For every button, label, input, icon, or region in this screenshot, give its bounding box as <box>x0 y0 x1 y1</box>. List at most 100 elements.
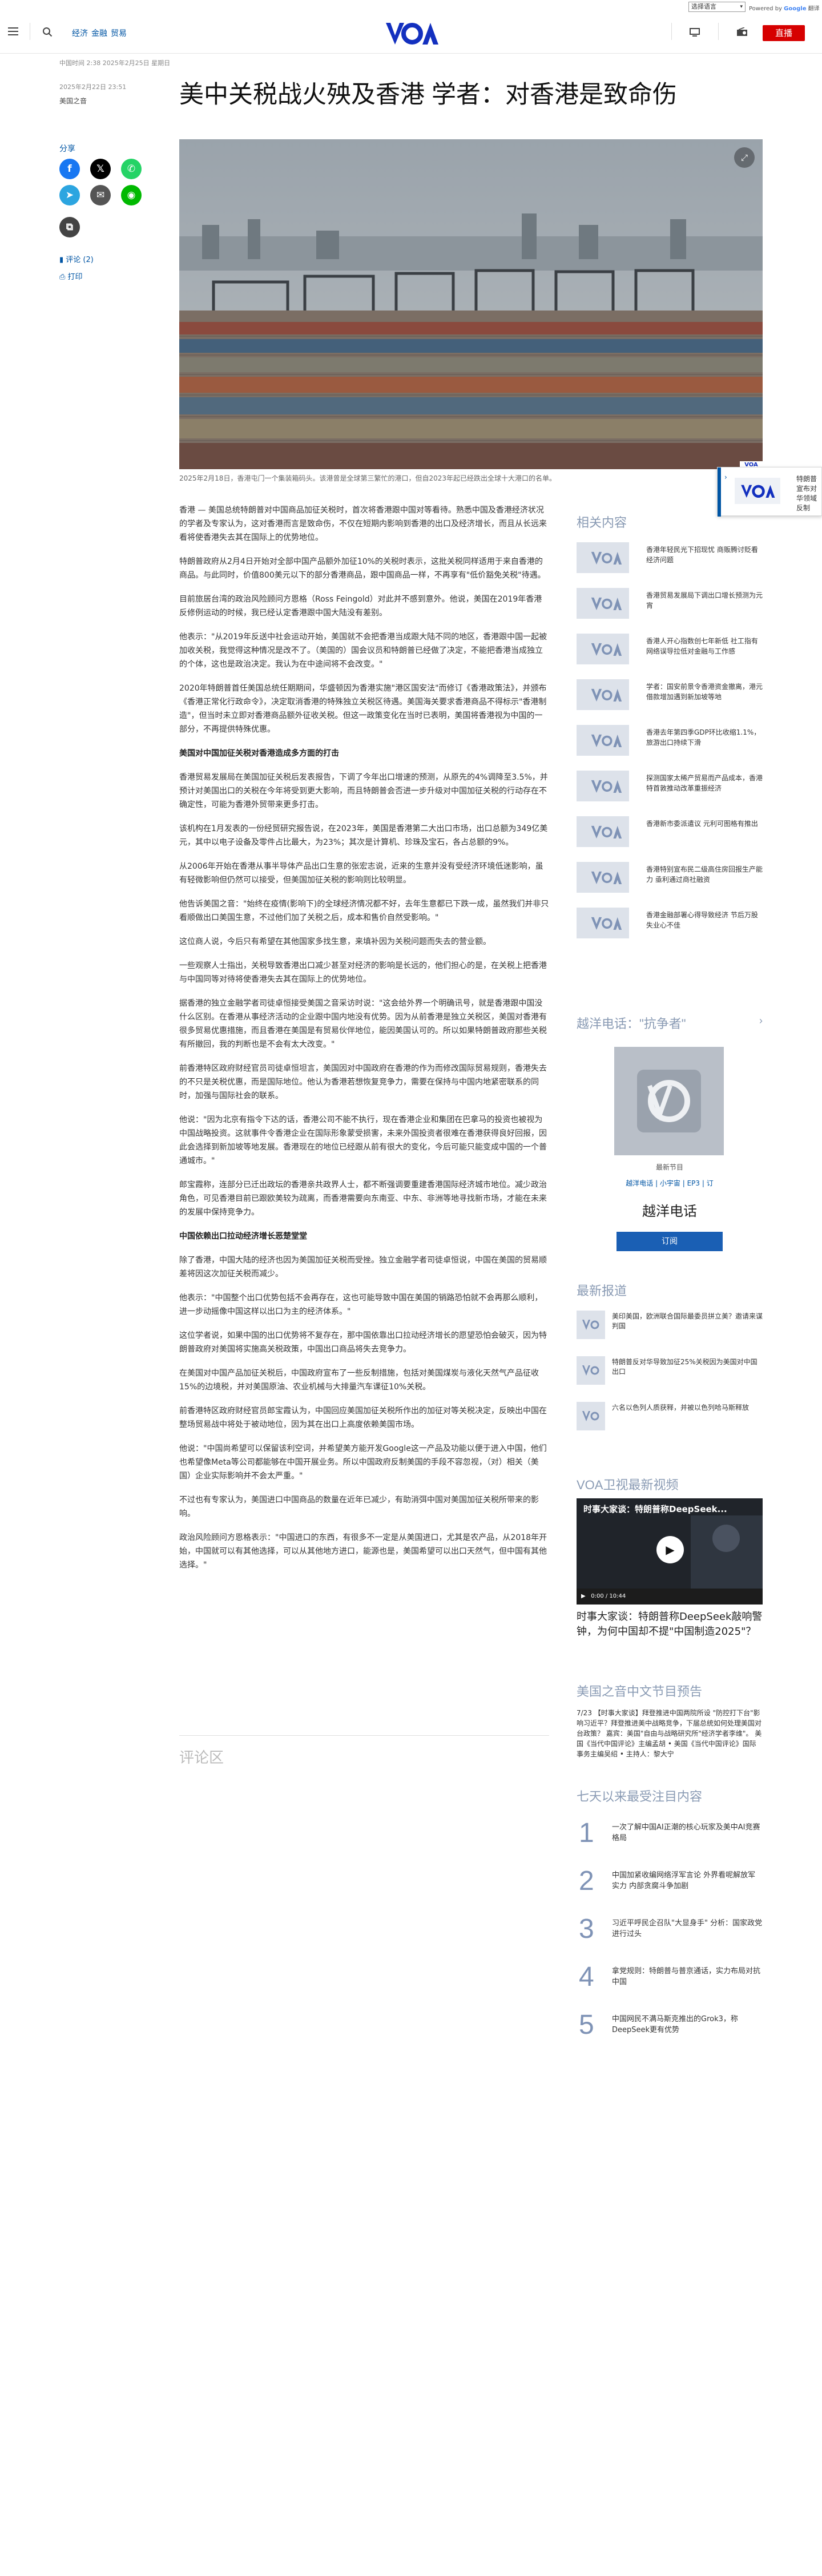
most-viewed-link[interactable]: 拿党规则：特朗普与普京通话，实力布局对抗中国 <box>612 1966 763 1988</box>
page-title: 美中关税战火殃及香港 学者：对香港是致命伤 <box>179 81 677 108</box>
language-select-label: 选择语言 <box>691 3 716 10</box>
video-controls[interactable]: ▶ 0:00 / 10:44 <box>577 1589 763 1605</box>
related-thumbnail[interactable] <box>577 542 629 573</box>
related-thumbnail[interactable] <box>577 771 629 801</box>
article-subheading: 美国对中国加征关税对香港造成多方面的打击 <box>179 749 339 758</box>
comments-section-heading: 评论区 <box>179 1749 224 1767</box>
podcast-label: 最新节目 <box>655 1163 683 1171</box>
nav-link-economy[interactable]: 经济 <box>72 29 88 38</box>
rank-number: 1 <box>579 1818 594 1848</box>
live-button[interactable]: 直播 <box>763 25 805 41</box>
latest-thumbnail[interactable] <box>577 1311 605 1339</box>
related-thumbnail[interactable] <box>577 862 629 893</box>
related-link[interactable]: 香港特别宣布民二级高住房回报生产能力 亟利通过商社融资 <box>646 864 763 885</box>
rank-number: 4 <box>579 1962 594 1992</box>
related-link[interactable]: 探测国家太稀产贸易而产品成本，香港特首敦推动改革重振经济 <box>646 773 763 793</box>
podcast-heading[interactable]: 越洋电话："抗争者" › <box>577 1014 763 1032</box>
related-link[interactable]: 香港年轻民光下招现忧 商贩腾讨贬看经济问题 <box>646 545 763 565</box>
comments-link[interactable]: ▮ 评论 (2) <box>59 253 94 264</box>
play-icon[interactable]: ▶ <box>581 1593 586 1599</box>
line-icon[interactable]: ◉ <box>121 185 142 205</box>
x-icon[interactable]: 𝕏 <box>90 159 111 179</box>
article-paragraph: 不过也有专家认为，美国进口中国商品的数量在近年已减少，有助消弭中国对美国加征关税… <box>179 1495 539 1518</box>
print-link-label: 打印 <box>67 273 83 281</box>
related-thumbnail[interactable] <box>577 634 629 664</box>
article-paragraph: 这位学者说，如果中国的出口优势将不复存在，那中国依靠出口拉动经济增长的愿望恐怕会… <box>179 1331 547 1354</box>
whatsapp-icon[interactable]: ✆ <box>121 159 142 179</box>
latest-link[interactable]: 六名以色列人质获释，并被以色列哈马斯释放 <box>612 1403 763 1413</box>
article-paragraph: 他说："因为北京有指令下达的话，香港公司不能不执行，现在香港企业和集团在巴拿马的… <box>179 1115 547 1166</box>
floating-story-panel[interactable]: › 特朗普宣布对华领域反制 <box>717 467 822 517</box>
related-thumbnail[interactable] <box>577 816 629 847</box>
article-paragraph: 前香港特区政府财经官员司徒卓恒坦言，美国因对中国政府在香港的作为而修改国际贸易规… <box>179 1064 547 1100</box>
print-link[interactable]: ⎙ 打印 <box>59 271 83 281</box>
facebook-icon[interactable]: f <box>59 159 80 179</box>
search-icon[interactable] <box>42 27 53 37</box>
video-overlay-title: 时事大家谈：特朗普称DeepSeek... <box>583 1504 727 1514</box>
video-heading: VOA卫视最新视频 <box>577 1478 679 1492</box>
hero-photo <box>179 139 763 469</box>
related-link[interactable]: 香港金融部署心得导致经济 节后万股失业心不佳 <box>646 910 763 930</box>
program-schedule-text: 7/23 【时事大家谈】拜登推进中国两院所设 "防控打下台"影响习近平？拜登推进… <box>577 1709 762 1758</box>
nav-link-finance[interactable]: 金融 <box>91 29 107 38</box>
related-link[interactable]: 香港贸易发展局下调出口增长预测为元宵 <box>646 590 763 611</box>
video-time: 0:00 / 10:44 <box>591 1593 626 1599</box>
share-label: 分享 <box>59 144 75 154</box>
article-paragraph: 政治风险顾问方恩格表示："中国进口的东西，有很多不一定是从美国进口，尤其是农产品… <box>179 1533 547 1570</box>
article-paragraph: 一些观察人士指出，关税导致香港出口减少甚至对经济的影响是长远的，他们担心的是，在… <box>179 961 547 984</box>
language-select[interactable]: 选择语言 ▾ <box>688 2 746 12</box>
expand-icon[interactable]: ⤢ <box>734 147 755 168</box>
latest-thumbnail[interactable] <box>577 1402 605 1430</box>
chevron-right-icon[interactable]: › <box>724 473 727 481</box>
google-translate-credit[interactable]: Powered by Google 翻译 <box>749 3 820 12</box>
podcast-heading-text: 越洋电话："抗争者" <box>577 1017 686 1031</box>
email-icon[interactable]: ✉ <box>90 185 111 205</box>
copy-link-icon[interactable]: ⧉ <box>59 217 80 237</box>
related-link[interactable]: 学者：国安前景令香港资金撤离，港元借款增加遇到新加坡等地 <box>646 682 763 702</box>
video-caption[interactable]: 时事大家谈：特朗普称DeepSeek敲响警钟，为何中国却不提"中国制造2025"… <box>577 1610 763 1639</box>
article-paragraph: 他表示："从2019年反送中社会运动开始，美国就不会把香港当成跟大陆不同的地区，… <box>179 632 547 669</box>
article-paragraph: 香港 — 美国总统特朗普对中国商品加征关税时，首次将香港跟中国对等看待。熟悉中国… <box>179 506 547 542</box>
comments-section: 评论区 <box>179 1735 549 1769</box>
podcast-cover[interactable] <box>614 1047 724 1155</box>
related-link[interactable]: 香港人开心指数创七年新低 社工指有网络误导拉低对金融与工作感 <box>646 636 763 656</box>
related-link[interactable]: 香港新市委派遣议 元利可图格有推出 <box>646 819 763 829</box>
latest-link[interactable]: 特朗普反对华导致加征25%关税因为美国对中国出口 <box>612 1357 763 1377</box>
related-thumbnail[interactable] <box>577 908 629 938</box>
topic-nav: 经济 金融 贸易 <box>72 27 130 39</box>
program-heading: 美国之音中文节目预告 <box>577 1684 703 1699</box>
related-thumbnail[interactable] <box>577 679 629 710</box>
play-icon[interactable]: ▶ <box>656 1536 684 1563</box>
header-divider <box>718 23 719 40</box>
related-link[interactable]: 香港去年第四季GDP环比收缩1.1%，旅游出口持续下滑 <box>646 727 763 748</box>
most-viewed-link[interactable]: 一次了解中国AI正潮的核心玩家及美中AI竞赛格局 <box>612 1822 763 1844</box>
rank-number: 3 <box>579 1914 594 1944</box>
comment-icon: ▮ <box>59 256 66 264</box>
podcast-platform-links[interactable]: 越洋电话 | 小宇宙 | EP3 | 订 <box>577 1178 763 1188</box>
powered-by-text: Powered by <box>749 6 782 12</box>
most-viewed-link[interactable]: 中国加紧收编网络浮军言论 外界看呢解放军实力 内部贪腐斗争加剧 <box>612 1870 763 1892</box>
article-body: 香港 — 美国总统特朗普对中国商品加征关税时，首次将香港跟中国对等看待。熟悉中国… <box>179 503 549 1582</box>
header-divider <box>671 23 672 40</box>
video-player[interactable]: 时事大家谈：特朗普称DeepSeek... ▶ ▶ 0:00 / 10:44 <box>577 1498 763 1605</box>
latest-thumbnail[interactable] <box>577 1356 605 1385</box>
radio-icon[interactable] <box>736 27 748 37</box>
menu-icon[interactable] <box>8 27 18 35</box>
related-thumbnail[interactable] <box>577 725 629 756</box>
article-paragraph: 该机构在1月发表的一份经贸研究报告说，在2023年，美国是香港第二大出口市场，出… <box>179 824 548 847</box>
section-label[interactable]: 美国之音 <box>59 96 87 106</box>
subscribe-button[interactable]: 订阅 <box>616 1232 723 1251</box>
telegram-icon[interactable]: ➤ <box>59 185 80 205</box>
latest-link[interactable]: 美印美国，欧洲联合国际最委员拼立美？邀请来谋判国 <box>612 1312 763 1331</box>
most-viewed-link[interactable]: 中国网民不满马斯克推出的Grok3，称DeepSeek更有优势 <box>612 2014 763 2035</box>
article-paragraph: 特朗普政府从2月4日开始对全部中国产品额外加征10%的关税时表示，这批关税同样适… <box>179 557 546 580</box>
chevron-down-icon: ▾ <box>740 4 743 10</box>
nav-link-trade[interactable]: 贸易 <box>111 29 127 38</box>
tv-icon[interactable] <box>690 27 700 37</box>
voa-logo[interactable] <box>382 19 440 48</box>
related-thumbnail[interactable] <box>577 588 629 619</box>
most-viewed-link[interactable]: 习近平呼民企召队"大显身手" 分析：国家政党进行过头 <box>612 1918 763 1940</box>
article-paragraph: 在美国对中国产品加征关税后，中国政府宣布了一些反制措施，包括对美国煤炭与液化天然… <box>179 1369 539 1392</box>
article-paragraph: 目前旅居台湾的政治风险顾问方恩格（Ross Feingold）对此并不感到意外。… <box>179 595 542 618</box>
article-paragraph: 这位商人说，今后只有希望在其他国家多找生意，来填补因为关税问题而失去的营业额。 <box>179 937 491 946</box>
